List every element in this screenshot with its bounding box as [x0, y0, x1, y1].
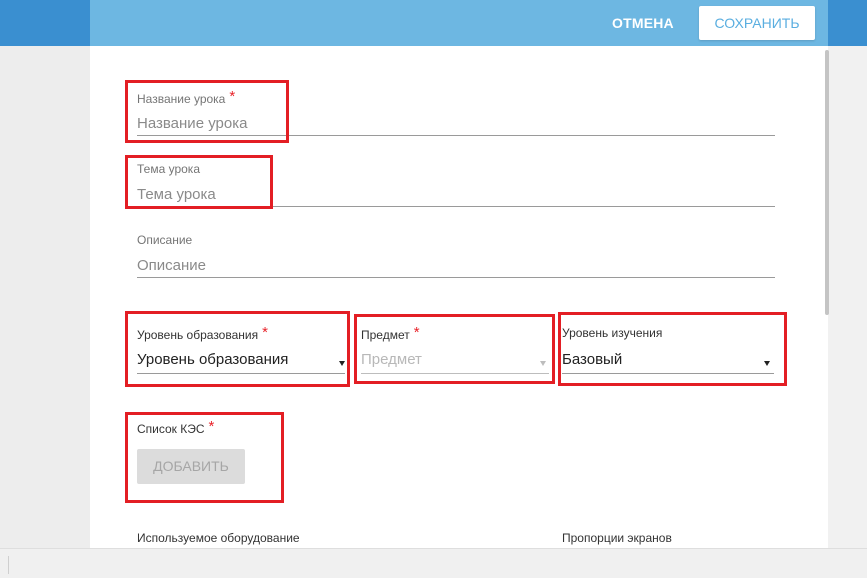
required-marker: *	[413, 324, 420, 341]
form-header: ОТМЕНА СОХРАНИТЬ	[90, 0, 828, 46]
education-level-select[interactable]: Уровень образования	[137, 351, 288, 368]
study-level-select[interactable]: Базовый	[562, 351, 622, 368]
description-underline	[137, 277, 775, 278]
add-kes-button[interactable]: ДОБАВИТЬ	[137, 449, 245, 484]
bottom-bar	[0, 548, 867, 578]
lesson-name-input[interactable]	[137, 111, 774, 135]
top-bar-right	[828, 0, 867, 46]
cancel-button[interactable]: ОТМЕНА	[612, 13, 674, 33]
scrollbar-track[interactable]	[828, 46, 867, 548]
chevron-down-icon	[540, 361, 546, 366]
top-bar-left	[0, 0, 90, 46]
study-level-underline	[562, 373, 774, 374]
lesson-form-panel: ОТМЕНА СОХРАНИТЬ Название урока* Тема ур…	[90, 0, 828, 548]
description-label: Описание	[137, 233, 193, 247]
kes-list-label: Список КЭС *	[137, 418, 215, 436]
bottom-divider	[8, 556, 9, 574]
subject-select[interactable]: Предмет	[361, 351, 422, 368]
required-marker: *	[229, 88, 236, 105]
required-marker: *	[208, 418, 215, 435]
lesson-topic-underline	[137, 206, 775, 207]
lesson-topic-input[interactable]	[137, 182, 774, 206]
lesson-topic-label: Тема урока	[137, 162, 200, 176]
equipment-label: Используемое оборудование	[137, 531, 300, 545]
study-level-label: Уровень изучения	[562, 326, 663, 340]
chevron-down-icon[interactable]	[339, 361, 345, 366]
required-marker: *	[262, 324, 268, 341]
screen-proportions-label: Пропорции экранов	[562, 531, 672, 545]
description-input[interactable]	[137, 253, 774, 277]
scrollbar-thumb[interactable]	[825, 50, 829, 315]
chevron-down-icon[interactable]	[764, 361, 770, 366]
education-level-underline	[137, 373, 345, 374]
subject-label: Предмет *	[361, 324, 420, 342]
lesson-name-underline	[137, 135, 775, 136]
education-level-label: Уровень образования *	[137, 324, 268, 342]
save-button[interactable]: СОХРАНИТЬ	[699, 6, 815, 40]
subject-underline	[361, 373, 549, 374]
lesson-name-label: Название урока *	[137, 88, 236, 106]
